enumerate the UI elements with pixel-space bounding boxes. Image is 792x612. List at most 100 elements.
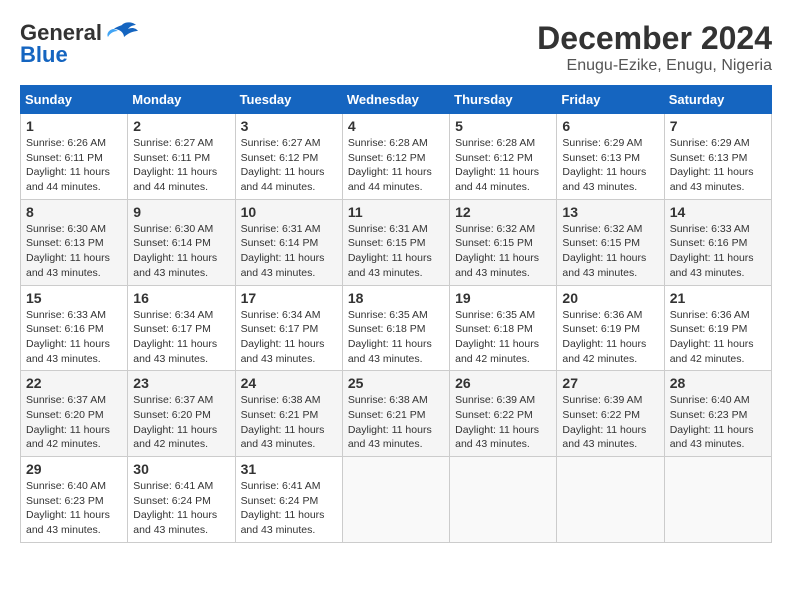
day-number: 2 <box>133 118 229 134</box>
day-info: Sunrise: 6:41 AMSunset: 6:24 PMDaylight:… <box>241 479 337 538</box>
table-row: 6Sunrise: 6:29 AMSunset: 6:13 PMDaylight… <box>557 114 664 200</box>
sunrise-info: Sunrise: 6:40 AM <box>670 394 750 406</box>
table-row: 24 Sunrise: 6:38 AMSunset: 6:21 PMDayligh… <box>235 371 342 457</box>
table-row <box>450 457 557 543</box>
col-sunday: Sunday <box>21 86 128 114</box>
daylight-info: Daylight: 11 hours and 43 minutes. <box>133 509 217 536</box>
day-number: 9 <box>133 204 229 220</box>
sunset-info: Sunset: 6:17 PM <box>241 323 319 335</box>
sunrise-info: Sunrise: 6:41 AM <box>241 480 321 492</box>
day-info: Sunrise: 6:30 AMSunset: 6:13 PMDaylight:… <box>26 222 122 281</box>
daylight-info: Daylight: 11 hours and 44 minutes. <box>133 166 217 193</box>
day-number: 19 <box>455 290 551 306</box>
table-row: 22 Sunrise: 6:37 AMSunset: 6:20 PMDayligh… <box>21 371 128 457</box>
table-row: 31 Sunrise: 6:41 AMSunset: 6:24 PMDayligh… <box>235 457 342 543</box>
day-info: Sunrise: 6:34 AMSunset: 6:17 PMDaylight:… <box>133 308 229 367</box>
day-number: 7 <box>670 118 766 134</box>
sunset-info: Sunset: 6:20 PM <box>133 409 211 421</box>
daylight-info: Daylight: 11 hours and 43 minutes. <box>455 252 539 279</box>
day-info: Sunrise: 6:28 AMSunset: 6:12 PMDaylight:… <box>348 136 444 195</box>
sunset-info: Sunset: 6:12 PM <box>348 152 426 164</box>
sunrise-info: Sunrise: 6:28 AM <box>348 137 428 149</box>
day-info: Sunrise: 6:26 AMSunset: 6:11 PMDaylight:… <box>26 136 122 195</box>
col-friday: Friday <box>557 86 664 114</box>
sunset-info: Sunset: 6:15 PM <box>562 237 640 249</box>
day-number: 1 <box>26 118 122 134</box>
table-row: 8 Sunrise: 6:30 AMSunset: 6:13 PMDaylight… <box>21 199 128 285</box>
day-number: 14 <box>670 204 766 220</box>
sunset-info: Sunset: 6:23 PM <box>26 495 104 507</box>
sunrise-info: Sunrise: 6:27 AM <box>133 137 213 149</box>
col-wednesday: Wednesday <box>342 86 449 114</box>
day-info: Sunrise: 6:33 AMSunset: 6:16 PMDaylight:… <box>670 222 766 281</box>
daylight-info: Daylight: 11 hours and 43 minutes. <box>562 252 646 279</box>
sunset-info: Sunset: 6:14 PM <box>241 237 319 249</box>
day-info: Sunrise: 6:39 AMSunset: 6:22 PMDaylight:… <box>455 393 551 452</box>
calendar-week-1: 1 Sunrise: 6:26 AMSunset: 6:11 PMDaylight… <box>21 114 772 200</box>
day-number: 21 <box>670 290 766 306</box>
day-info: Sunrise: 6:31 AMSunset: 6:14 PMDaylight:… <box>241 222 337 281</box>
daylight-info: Daylight: 11 hours and 44 minutes. <box>455 166 539 193</box>
calendar-week-3: 15Sunrise: 6:33 AMSunset: 6:16 PMDayligh… <box>21 285 772 371</box>
day-number: 31 <box>241 461 337 477</box>
sunset-info: Sunset: 6:15 PM <box>348 237 426 249</box>
day-info: Sunrise: 6:36 AMSunset: 6:19 PMDaylight:… <box>562 308 658 367</box>
table-row: 27Sunrise: 6:39 AMSunset: 6:22 PMDayligh… <box>557 371 664 457</box>
daylight-info: Daylight: 11 hours and 43 minutes. <box>670 252 754 279</box>
day-number: 26 <box>455 375 551 391</box>
table-row <box>664 457 771 543</box>
day-number: 24 <box>241 375 337 391</box>
day-info: Sunrise: 6:36 AMSunset: 6:19 PMDaylight:… <box>670 308 766 367</box>
table-row <box>557 457 664 543</box>
sunset-info: Sunset: 6:21 PM <box>348 409 426 421</box>
logo: General Blue <box>20 20 138 68</box>
table-row: 25Sunrise: 6:38 AMSunset: 6:21 PMDayligh… <box>342 371 449 457</box>
daylight-info: Daylight: 11 hours and 42 minutes. <box>26 424 110 451</box>
table-row: 1 Sunrise: 6:26 AMSunset: 6:11 PMDaylight… <box>21 114 128 200</box>
day-number: 12 <box>455 204 551 220</box>
sunset-info: Sunset: 6:23 PM <box>670 409 748 421</box>
sunset-info: Sunset: 6:16 PM <box>670 237 748 249</box>
day-info: Sunrise: 6:37 AMSunset: 6:20 PMDaylight:… <box>26 393 122 452</box>
logo-blue-text: Blue <box>20 42 68 68</box>
sunrise-info: Sunrise: 6:27 AM <box>241 137 321 149</box>
calendar-week-2: 8 Sunrise: 6:30 AMSunset: 6:13 PMDaylight… <box>21 199 772 285</box>
day-info: Sunrise: 6:38 AMSunset: 6:21 PMDaylight:… <box>241 393 337 452</box>
day-info: Sunrise: 6:35 AMSunset: 6:18 PMDaylight:… <box>455 308 551 367</box>
day-number: 22 <box>26 375 122 391</box>
day-number: 18 <box>348 290 444 306</box>
sunrise-info: Sunrise: 6:31 AM <box>241 223 321 235</box>
table-row: 30Sunrise: 6:41 AMSunset: 6:24 PMDayligh… <box>128 457 235 543</box>
daylight-info: Daylight: 11 hours and 43 minutes. <box>670 166 754 193</box>
sunrise-info: Sunrise: 6:38 AM <box>241 394 321 406</box>
day-info: Sunrise: 6:31 AMSunset: 6:15 PMDaylight:… <box>348 222 444 281</box>
daylight-info: Daylight: 11 hours and 43 minutes. <box>133 338 217 365</box>
sunset-info: Sunset: 6:19 PM <box>670 323 748 335</box>
day-number: 23 <box>133 375 229 391</box>
day-number: 8 <box>26 204 122 220</box>
daylight-info: Daylight: 11 hours and 43 minutes. <box>26 252 110 279</box>
sunrise-info: Sunrise: 6:37 AM <box>133 394 213 406</box>
table-row: 15Sunrise: 6:33 AMSunset: 6:16 PMDayligh… <box>21 285 128 371</box>
day-info: Sunrise: 6:33 AMSunset: 6:16 PMDaylight:… <box>26 308 122 367</box>
sunrise-info: Sunrise: 6:26 AM <box>26 137 106 149</box>
table-row <box>342 457 449 543</box>
sunset-info: Sunset: 6:19 PM <box>562 323 640 335</box>
daylight-info: Daylight: 11 hours and 44 minutes. <box>241 166 325 193</box>
calendar-week-4: 22Sunrise: 6:37 AMSunset: 6:20 PMDayligh… <box>21 371 772 457</box>
calendar-week-5: 29Sunrise: 6:40 AMSunset: 6:23 PMDayligh… <box>21 457 772 543</box>
sunrise-info: Sunrise: 6:37 AM <box>26 394 106 406</box>
sunrise-info: Sunrise: 6:28 AM <box>455 137 535 149</box>
daylight-info: Daylight: 11 hours and 44 minutes. <box>26 166 110 193</box>
day-number: 3 <box>241 118 337 134</box>
sunrise-info: Sunrise: 6:32 AM <box>562 223 642 235</box>
table-row: 5Sunrise: 6:28 AMSunset: 6:12 PMDaylight… <box>450 114 557 200</box>
day-number: 11 <box>348 204 444 220</box>
table-row: 9Sunrise: 6:30 AMSunset: 6:14 PMDaylight… <box>128 199 235 285</box>
sunset-info: Sunset: 6:22 PM <box>562 409 640 421</box>
daylight-info: Daylight: 11 hours and 43 minutes. <box>348 252 432 279</box>
day-info: Sunrise: 6:39 AMSunset: 6:22 PMDaylight:… <box>562 393 658 452</box>
day-info: Sunrise: 6:29 AMSunset: 6:13 PMDaylight:… <box>670 136 766 195</box>
sunset-info: Sunset: 6:12 PM <box>241 152 319 164</box>
sunrise-info: Sunrise: 6:29 AM <box>670 137 750 149</box>
